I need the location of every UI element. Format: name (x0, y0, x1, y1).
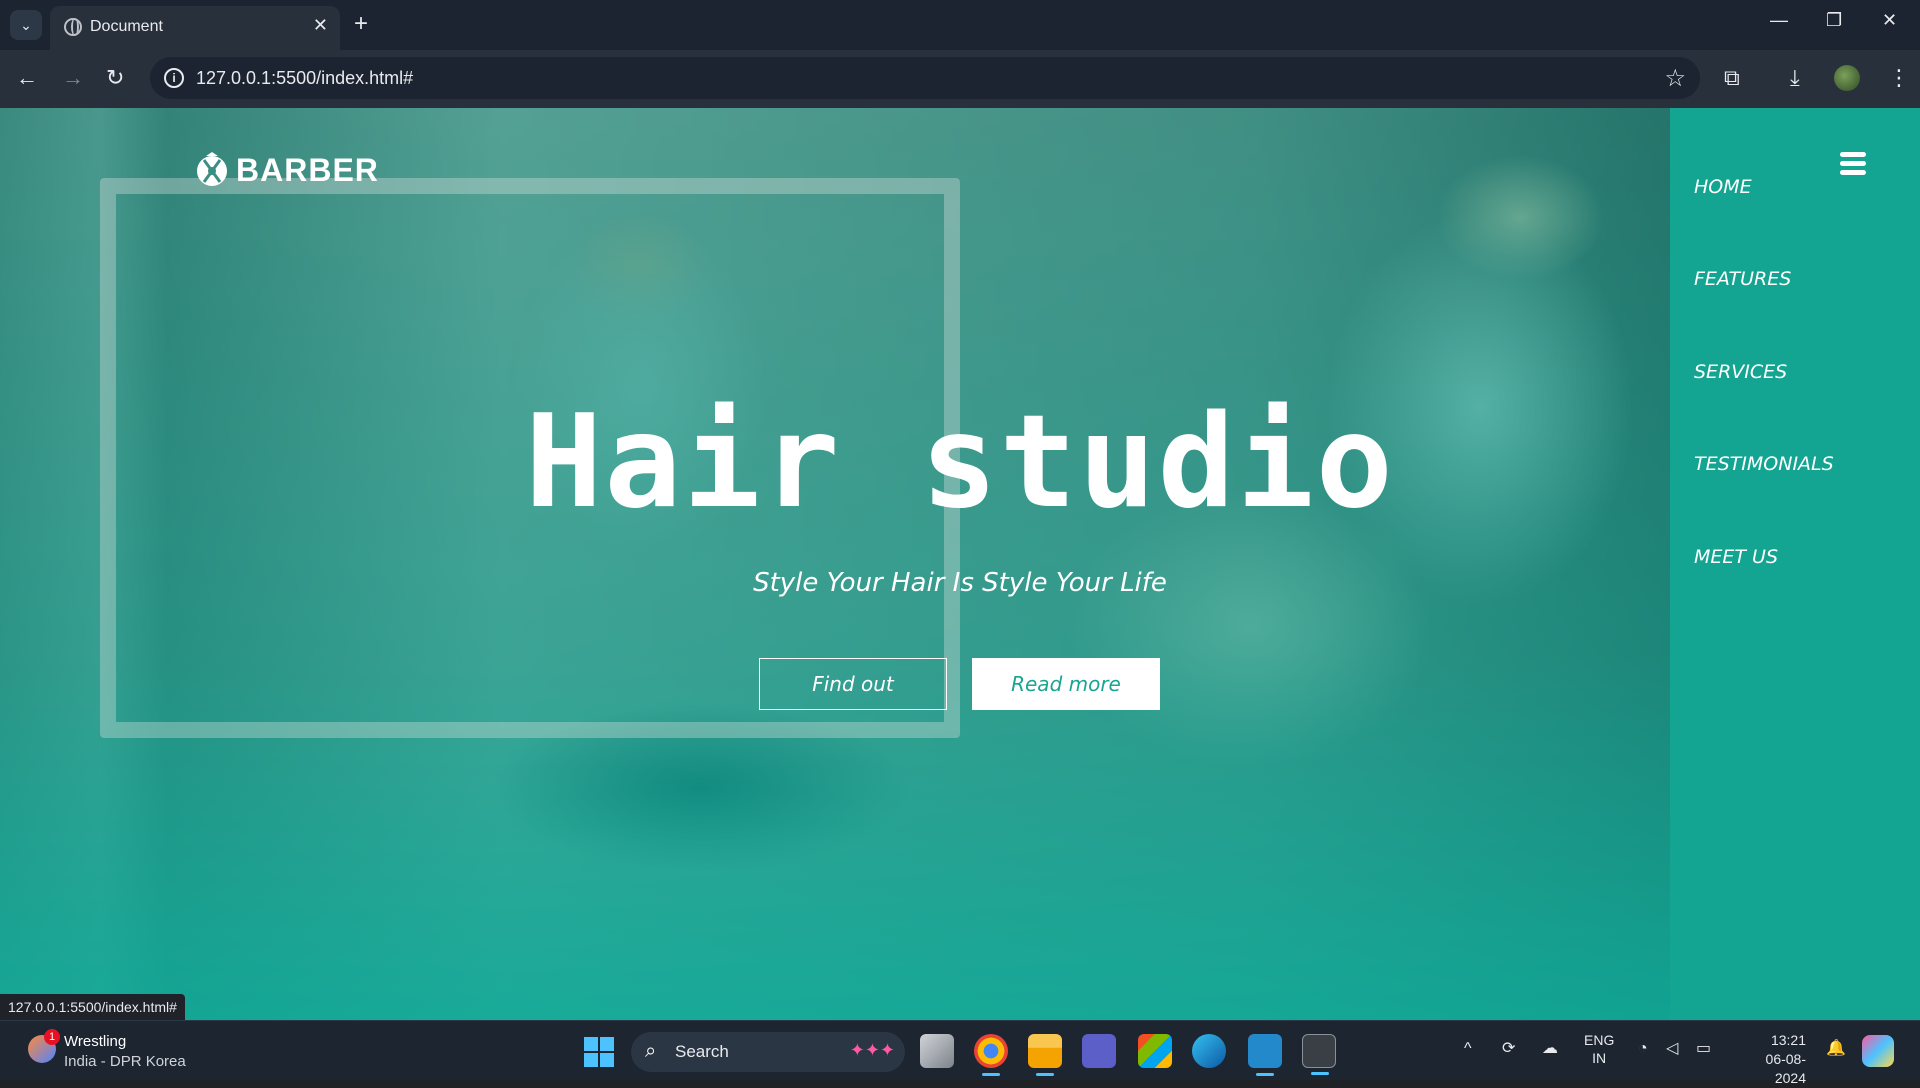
chrome-icon[interactable] (974, 1034, 1008, 1076)
notification-badge: 1 (44, 1029, 60, 1045)
lang-region: IN (1592, 1050, 1607, 1066)
nav-home[interactable]: HOME (1694, 176, 1752, 198)
language-indicator[interactable]: ENG IN (1584, 1031, 1614, 1067)
barber-logo-icon (197, 152, 227, 186)
address-bar[interactable]: i 127.0.0.1:5500/index.html# ☆ (150, 57, 1700, 99)
tab-title: Document (90, 18, 163, 35)
clock-time: 13:21 (1770, 1032, 1806, 1048)
browser-tab[interactable]: Document ✕ (50, 6, 340, 50)
volume-icon[interactable]: ◁ (1666, 1039, 1678, 1059)
status-bar-url: 127.0.0.1:5500/index.html# (0, 994, 185, 1020)
side-navigation: HOME FEATURES SERVICES TESTIMONIALS MEET… (1670, 108, 1920, 1020)
back-icon[interactable]: ← (16, 64, 38, 92)
url-text[interactable]: 127.0.0.1:5500/index.html# (196, 68, 413, 89)
weather-widget[interactable]: 1 Wrestling India - DPR Korea (28, 1029, 228, 1073)
browser-tabbar: ⌄ Document ✕ + — ❐ ✕ (0, 0, 1920, 50)
page-viewport: BARBER Hair studio Style Your Hair Is St… (0, 108, 1920, 1020)
edge-icon[interactable] (1192, 1034, 1226, 1068)
sync-icon[interactable]: ⟳ (1502, 1039, 1515, 1059)
clock-date: 06-08-2024 (1765, 1051, 1806, 1086)
onedrive-icon[interactable]: ☁ (1542, 1039, 1558, 1059)
hero-background (0, 108, 1670, 1020)
site-info-icon[interactable]: i (164, 68, 184, 88)
taskbar-search[interactable]: ⌕ Search ✦✦✦ (631, 1032, 905, 1072)
hamburger-menu-icon[interactable] (1840, 152, 1866, 176)
windows-start-icon[interactable] (584, 1037, 614, 1067)
nav-testimonials[interactable]: TESTIMONIALS (1694, 453, 1834, 475)
terminal-icon[interactable] (1302, 1034, 1336, 1075)
tab-search-button[interactable]: ⌄ (10, 10, 42, 40)
teams-icon[interactable] (1082, 1034, 1116, 1068)
find-out-button[interactable]: Find out (759, 658, 947, 710)
taskbar: 1 Wrestling India - DPR Korea ⌕ Search ✦… (0, 1020, 1920, 1086)
clock[interactable]: 13:21 06-08-2024 (1736, 1031, 1806, 1088)
nav-meet-us[interactable]: MEET US (1694, 546, 1778, 568)
browser-toolbar: ← → ↻ i 127.0.0.1:5500/index.html# ☆ ⧉ ⤓… (0, 50, 1920, 108)
search-icon: ⌕ (645, 1040, 657, 1062)
site-logo[interactable]: BARBER (192, 150, 379, 190)
browser-menu-icon[interactable]: ⋮ (1888, 64, 1910, 92)
file-explorer-icon[interactable] (1028, 1034, 1062, 1076)
tray-overflow-icon[interactable]: ^ (1464, 1039, 1472, 1059)
lang-code: ENG (1584, 1032, 1615, 1048)
task-view-icon[interactable] (920, 1034, 954, 1068)
store-icon[interactable] (1138, 1034, 1172, 1068)
restore-icon[interactable]: ❐ (1826, 10, 1842, 31)
read-more-button[interactable]: Read more (972, 658, 1160, 710)
extensions-icon[interactable]: ⧉ (1724, 64, 1740, 92)
widget-subtitle: India - DPR Korea (64, 1053, 186, 1070)
nav-features[interactable]: FEATURES (1694, 268, 1791, 290)
close-tab-icon[interactable]: ✕ (313, 15, 328, 36)
battery-icon[interactable]: ▭ (1696, 1039, 1711, 1059)
globe-icon (64, 18, 82, 36)
profile-avatar[interactable] (1834, 65, 1860, 91)
vscode-icon[interactable] (1248, 1034, 1282, 1076)
minimize-icon[interactable]: — (1770, 10, 1788, 31)
notification-bell-icon[interactable]: 🔔 (1826, 1039, 1846, 1059)
hero-title: Hair studio (525, 388, 1395, 537)
download-icon[interactable]: ⤓ (1790, 64, 1800, 92)
logo-text: BARBER (236, 151, 379, 188)
search-label: Search (675, 1042, 729, 1061)
search-highlight-icon: ✦✦✦ (849, 1040, 895, 1060)
wifi-icon[interactable]: ◔ (1638, 1039, 1648, 1059)
forward-icon[interactable]: → (62, 64, 84, 92)
new-tab-button[interactable]: + (354, 10, 368, 38)
hero-subtitle: Style Your Hair Is Style Your Life (753, 568, 1167, 598)
copilot-icon[interactable] (1862, 1035, 1894, 1067)
reload-icon[interactable]: ↻ (106, 64, 124, 92)
widget-title: Wrestling (64, 1033, 127, 1050)
close-window-icon[interactable]: ✕ (1882, 10, 1897, 31)
nav-services[interactable]: SERVICES (1694, 361, 1787, 383)
bookmark-star-icon[interactable]: ☆ (1664, 64, 1686, 93)
